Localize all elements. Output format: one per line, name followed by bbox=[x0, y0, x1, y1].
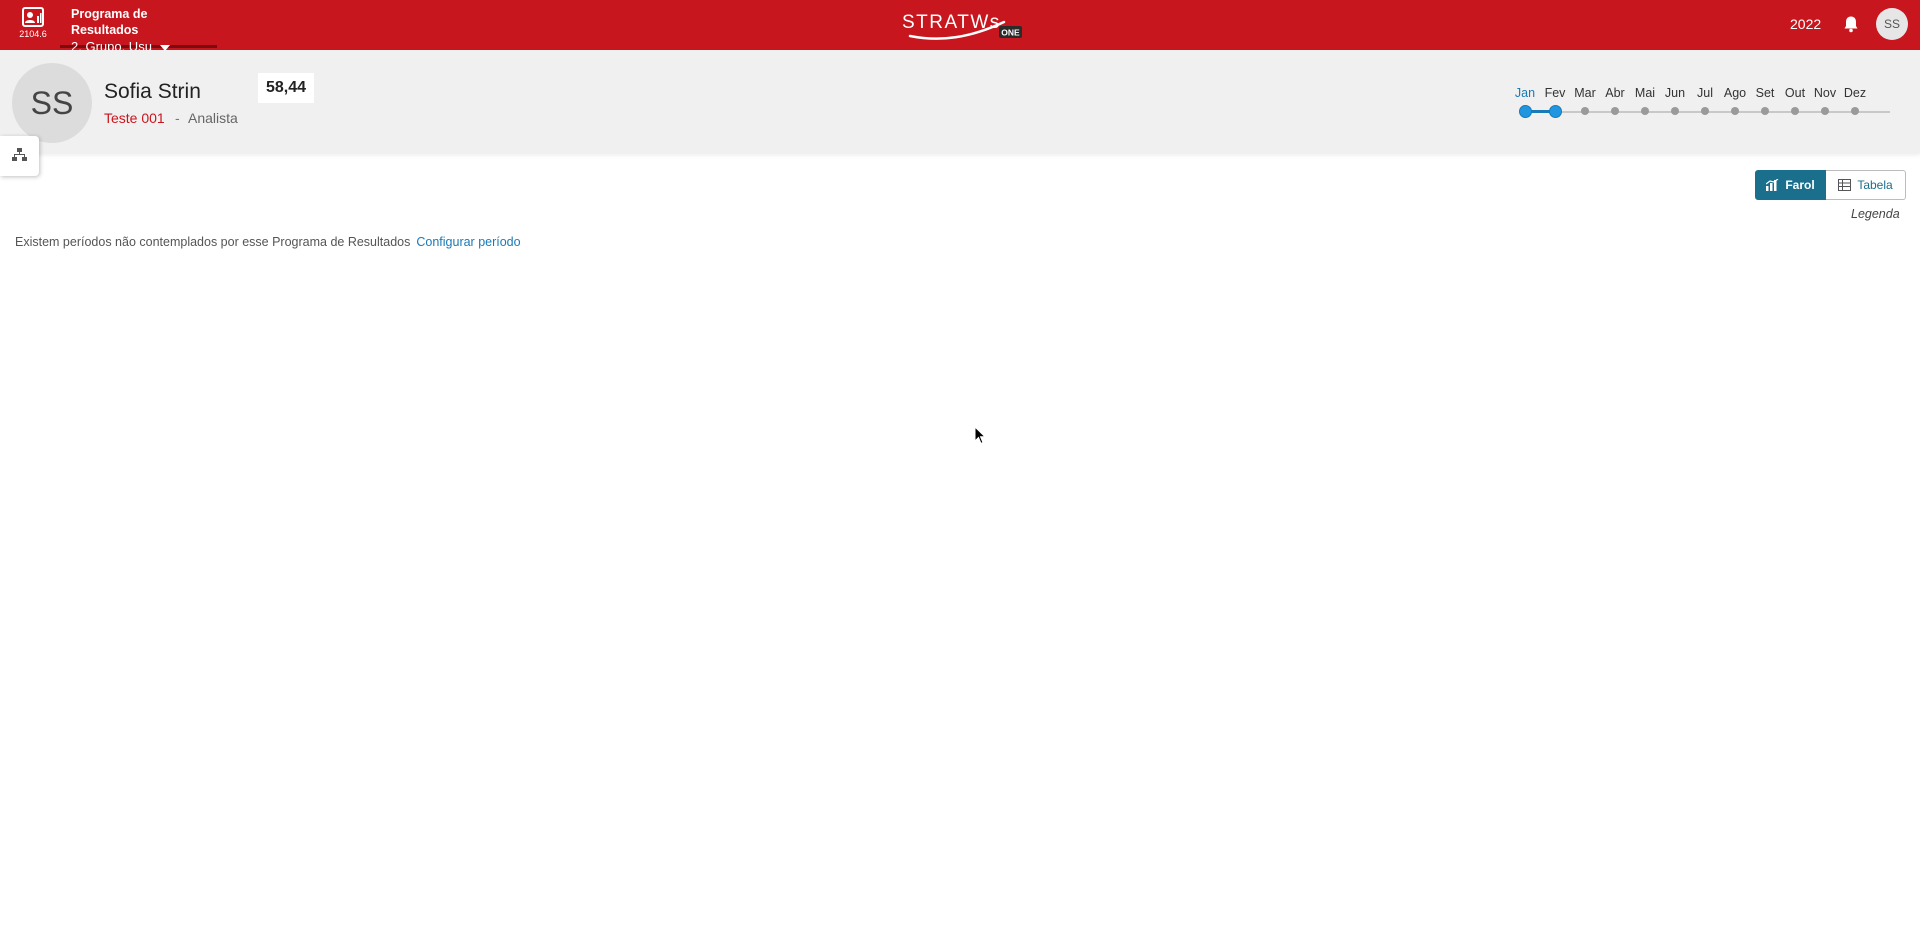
month-dot-abr[interactable] bbox=[1611, 107, 1619, 115]
month-label-fev[interactable]: Fev bbox=[1540, 86, 1570, 100]
month-label-ago[interactable]: Ago bbox=[1720, 86, 1750, 100]
farol-button[interactable]: Farol bbox=[1755, 170, 1826, 200]
user-report-icon bbox=[22, 7, 44, 27]
month-dot-fev[interactable] bbox=[1548, 105, 1562, 118]
profile-separator: - bbox=[175, 110, 180, 126]
month-dot-mai[interactable] bbox=[1641, 107, 1649, 115]
legend-link[interactable]: Legenda bbox=[1851, 207, 1900, 221]
app-version: 2104.6 bbox=[19, 29, 47, 39]
top-bar: 2104.6 Programa de Resultados 2. Grupo, … bbox=[0, 0, 1920, 54]
user-avatar-button[interactable]: SS bbox=[1876, 8, 1908, 40]
month-timeline: Jan Fev Mar Abr Mai Jun Jul Ago Set Out Nov Dez bbox=[1515, 86, 1895, 122]
profile-avatar: SS bbox=[12, 63, 92, 143]
profile-role: Analista bbox=[188, 110, 238, 126]
month-label-jan[interactable]: Jan bbox=[1510, 86, 1540, 100]
period-notice-text: Existem períodos não contemplados por es… bbox=[15, 235, 411, 249]
month-dot-set[interactable] bbox=[1761, 107, 1769, 115]
bell-icon[interactable] bbox=[1842, 15, 1860, 33]
month-dot-out[interactable] bbox=[1791, 107, 1799, 115]
score-badge: 58,44 bbox=[258, 73, 314, 103]
month-label-jul[interactable]: Jul bbox=[1690, 86, 1720, 100]
month-label-mai[interactable]: Mai bbox=[1630, 86, 1660, 100]
tabela-label: Tabela bbox=[1857, 178, 1893, 192]
month-label-nov[interactable]: Nov bbox=[1810, 86, 1840, 100]
month-label-mar[interactable]: Mar bbox=[1570, 86, 1600, 100]
month-label-dez[interactable]: Dez bbox=[1840, 86, 1870, 100]
month-dot-ago[interactable] bbox=[1731, 107, 1739, 115]
month-dot-jul[interactable] bbox=[1701, 107, 1709, 115]
tabela-button[interactable]: Tabela bbox=[1826, 170, 1906, 200]
year-selector[interactable]: 2022 bbox=[1790, 16, 1821, 32]
month-dot-jun[interactable] bbox=[1671, 107, 1679, 115]
bar-chart-icon bbox=[1766, 179, 1779, 191]
month-dot-mar[interactable] bbox=[1581, 107, 1589, 115]
profile-team-link[interactable]: Teste 001 bbox=[104, 110, 165, 126]
period-notice: Existem períodos não contemplados por es… bbox=[15, 235, 521, 249]
month-label-set[interactable]: Set bbox=[1750, 86, 1780, 100]
profile-name: Sofia Strin bbox=[104, 80, 201, 103]
org-chart-icon bbox=[12, 148, 27, 161]
table-icon bbox=[1838, 179, 1852, 191]
stratws-logo: STRATWs ONE bbox=[902, 12, 1022, 40]
month-label-out[interactable]: Out bbox=[1780, 86, 1810, 100]
farol-label: Farol bbox=[1785, 178, 1815, 192]
mouse-cursor-icon bbox=[974, 426, 986, 445]
month-label-jun[interactable]: Jun bbox=[1660, 86, 1690, 100]
month-dot-nov[interactable] bbox=[1821, 107, 1829, 115]
view-toggle: Farol Tabela bbox=[1755, 170, 1906, 200]
month-label-abr[interactable]: Abr bbox=[1600, 86, 1630, 100]
program-selector[interactable]: Programa de Resultados 2. Grupo, Usu bbox=[60, 6, 217, 54]
app-menu-button[interactable]: 2104.6 bbox=[14, 7, 52, 45]
logo-badge: ONE bbox=[1001, 28, 1020, 38]
org-chart-tab[interactable] bbox=[0, 136, 39, 176]
month-dot-jan[interactable] bbox=[1518, 105, 1532, 118]
configure-period-link[interactable]: Configurar período bbox=[416, 235, 520, 249]
month-dot-dez[interactable] bbox=[1851, 107, 1859, 115]
program-title: Programa de Resultados bbox=[71, 7, 148, 37]
